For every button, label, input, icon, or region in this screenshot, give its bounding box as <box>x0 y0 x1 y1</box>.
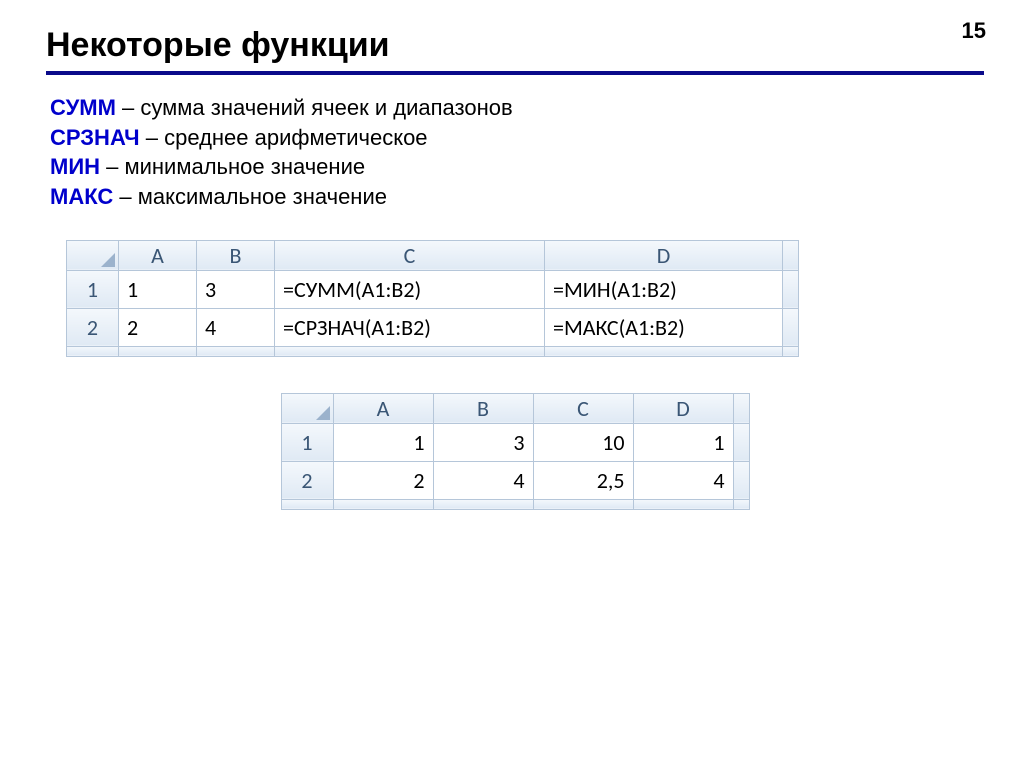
cell-end <box>197 346 275 356</box>
cell-end <box>783 270 799 308</box>
row-header-end <box>67 346 119 356</box>
function-definitions: СУММ – сумма значений ячеек и диапазонов… <box>50 93 984 212</box>
slide-title: Некоторые функции <box>46 26 984 65</box>
cell-d1: =МИН(A1:B2) <box>545 270 783 308</box>
table-row: 1 1 3 10 1 <box>281 423 749 461</box>
cell-c2: =СРЗНАЧ(A1:B2) <box>275 308 545 346</box>
cell-end <box>119 346 197 356</box>
function-name: СУММ <box>50 95 116 120</box>
spreadsheet-values: A B C D 1 1 3 10 1 2 2 4 2,5 4 <box>46 393 984 510</box>
cell-end <box>333 499 433 509</box>
col-header-a: A <box>119 240 197 270</box>
spreadsheet-formulas: A B C D 1 1 3 =СУММ(A1:B2) =МИН(A1:B2) 2… <box>66 240 984 357</box>
col-header-b: B <box>433 393 533 423</box>
function-desc: – сумма значений ячеек и диапазонов <box>116 95 513 120</box>
cell-c1: =СУММ(A1:B2) <box>275 270 545 308</box>
cell-end <box>733 499 749 509</box>
row-header: 2 <box>67 308 119 346</box>
col-header-b: B <box>197 240 275 270</box>
col-header-a: A <box>333 393 433 423</box>
col-header-d: D <box>633 393 733 423</box>
function-name: МАКС <box>50 184 113 209</box>
cell-end <box>733 461 749 499</box>
cell-d2: 4 <box>633 461 733 499</box>
cell-a2: 2 <box>333 461 433 499</box>
cell-end <box>533 499 633 509</box>
cell-end <box>783 346 799 356</box>
end-row <box>67 346 799 356</box>
function-def-max: МАКС – максимальное значение <box>50 182 984 212</box>
column-header-row: A B C D <box>281 393 749 423</box>
title-underline <box>46 71 984 75</box>
cell-end <box>783 308 799 346</box>
function-def-avg: СРЗНАЧ – среднее арифметическое <box>50 123 984 153</box>
cell-c2: 2,5 <box>533 461 633 499</box>
table-row: 2 2 4 =СРЗНАЧ(A1:B2) =МАКС(A1:B2) <box>67 308 799 346</box>
cell-d2: =МАКС(A1:B2) <box>545 308 783 346</box>
function-desc: – минимальное значение <box>100 154 365 179</box>
function-def-min: МИН – минимальное значение <box>50 152 984 182</box>
function-name: МИН <box>50 154 100 179</box>
spreadsheet-table-1: A B C D 1 1 3 =СУММ(A1:B2) =МИН(A1:B2) 2… <box>66 240 799 357</box>
cell-b2: 4 <box>197 308 275 346</box>
cell-b1: 3 <box>197 270 275 308</box>
slide: 15 Некоторые функции СУММ – сумма значен… <box>0 0 1024 768</box>
page-number: 15 <box>962 18 986 44</box>
cell-end <box>733 423 749 461</box>
col-header-c: C <box>533 393 633 423</box>
row-header: 2 <box>281 461 333 499</box>
function-def-sum: СУММ – сумма значений ячеек и диапазонов <box>50 93 984 123</box>
select-all-corner <box>281 393 333 423</box>
table-row: 1 1 3 =СУММ(A1:B2) =МИН(A1:B2) <box>67 270 799 308</box>
cell-end <box>633 499 733 509</box>
cell-end <box>545 346 783 356</box>
spreadsheet-table-2: A B C D 1 1 3 10 1 2 2 4 2,5 4 <box>281 393 750 510</box>
cell-b2: 4 <box>433 461 533 499</box>
row-header-end <box>281 499 333 509</box>
cell-c1: 10 <box>533 423 633 461</box>
column-header-row: A B C D <box>67 240 799 270</box>
cell-b1: 3 <box>433 423 533 461</box>
col-header-end <box>783 240 799 270</box>
table-row: 2 2 4 2,5 4 <box>281 461 749 499</box>
row-header: 1 <box>67 270 119 308</box>
row-header: 1 <box>281 423 333 461</box>
cell-d1: 1 <box>633 423 733 461</box>
function-name: СРЗНАЧ <box>50 125 140 150</box>
cell-a1: 1 <box>333 423 433 461</box>
function-desc: – максимальное значение <box>113 184 387 209</box>
col-header-c: C <box>275 240 545 270</box>
col-header-end <box>733 393 749 423</box>
cell-end <box>433 499 533 509</box>
select-all-corner <box>67 240 119 270</box>
end-row <box>281 499 749 509</box>
cell-end <box>275 346 545 356</box>
function-desc: – среднее арифметическое <box>140 125 428 150</box>
cell-a1: 1 <box>119 270 197 308</box>
col-header-d: D <box>545 240 783 270</box>
cell-a2: 2 <box>119 308 197 346</box>
